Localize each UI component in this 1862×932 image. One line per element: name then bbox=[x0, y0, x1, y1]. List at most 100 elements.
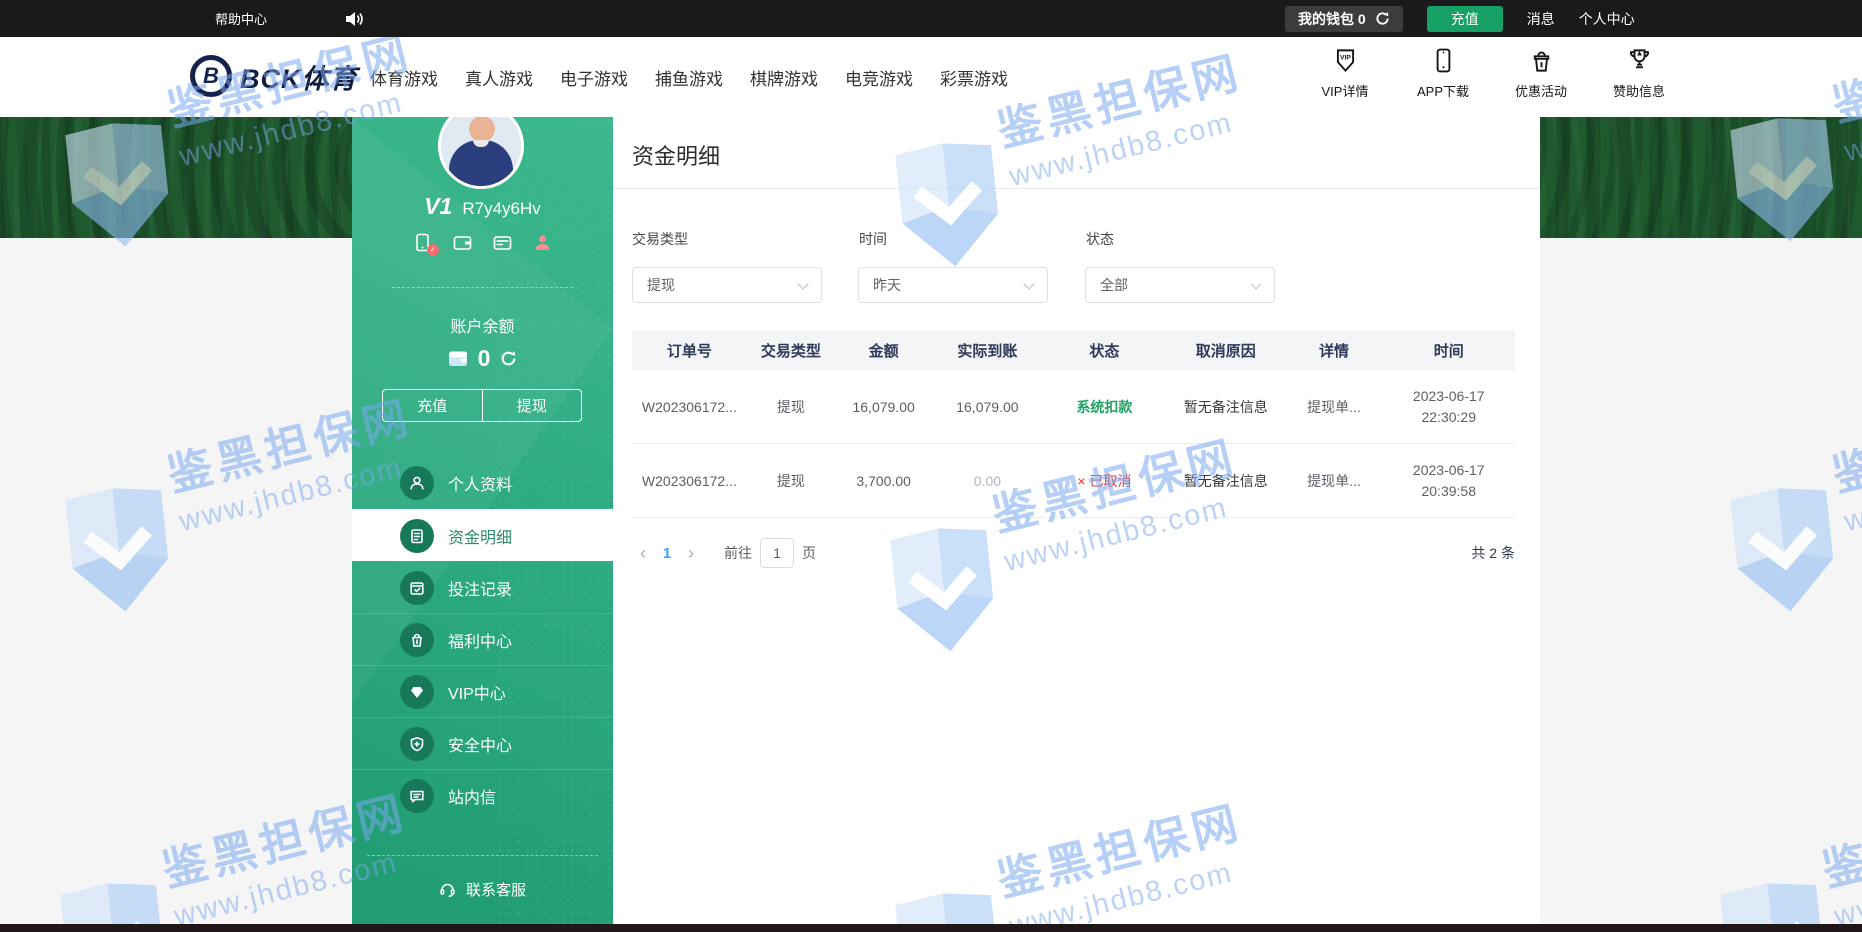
watermark-url: www.jhdb8.com bbox=[1831, 841, 1862, 932]
cell-type: 提现 bbox=[747, 397, 835, 417]
quick-link-label: APP下载 bbox=[1417, 81, 1469, 100]
username: R7y4y6Hv bbox=[462, 199, 540, 218]
cell-detail-link[interactable]: 提现单... bbox=[1285, 397, 1382, 417]
cell-detail-link[interactable]: 提现单... bbox=[1285, 471, 1382, 491]
nav-item-lottery[interactable]: 彩票游戏 bbox=[940, 65, 1008, 90]
help-center-link[interactable]: 帮助中心 bbox=[215, 9, 267, 28]
cell-time: 2023-06-17 20:39:58 bbox=[1383, 460, 1515, 502]
phone-icon bbox=[1430, 47, 1457, 74]
fund-details-table: 订单号 交易类型 金额 实际到账 状态 取消原因 详情 时间 W20230617… bbox=[632, 330, 1515, 518]
col-type: 交易类型 bbox=[747, 340, 835, 361]
sidebar-item-security-center[interactable]: 安全中心 bbox=[352, 717, 613, 769]
watermark: 鉴黑担保网www.jhdb8.com bbox=[1715, 835, 1862, 932]
filter-label-time: 时间 bbox=[859, 229, 887, 249]
sidebar-item-label: 安全中心 bbox=[448, 732, 512, 756]
brand-name: BCK体育 bbox=[240, 57, 358, 96]
messages-link[interactable]: 消息 bbox=[1527, 9, 1555, 29]
status-select[interactable]: 全部 bbox=[1085, 267, 1275, 303]
cell-clock: 20:39:58 bbox=[1387, 481, 1511, 502]
cell-cancel-reason: 暂无备注信息 bbox=[1166, 397, 1285, 417]
status-badge: ×已取消 bbox=[1043, 471, 1167, 491]
sidebar-item-label: 福利中心 bbox=[448, 628, 512, 652]
watermark-shield-icon bbox=[54, 482, 185, 620]
vip-details-link[interactable]: VIP VIP详情 bbox=[1302, 47, 1388, 100]
user-icon bbox=[400, 466, 434, 500]
sidebar-item-bet-records[interactable]: 投注记录 bbox=[352, 561, 613, 613]
profile-person-icon[interactable] bbox=[533, 233, 552, 252]
transaction-type-value: 提现 bbox=[647, 275, 675, 295]
col-order-no: 订单号 bbox=[632, 340, 747, 361]
prev-page-button[interactable]: ‹ bbox=[632, 543, 654, 564]
app-download-link[interactable]: APP下载 bbox=[1400, 47, 1486, 100]
nav-item-slots[interactable]: 电子游戏 bbox=[560, 65, 628, 90]
status-value: 全部 bbox=[1100, 275, 1128, 295]
time-select[interactable]: 昨天 bbox=[858, 267, 1048, 303]
contact-support-label: 联系客服 bbox=[466, 879, 526, 900]
goto-page-input[interactable] bbox=[760, 538, 794, 568]
wallet-icon[interactable] bbox=[453, 233, 472, 252]
cell-order-no[interactable]: W202306172... bbox=[632, 473, 747, 489]
sidebar-withdraw-button[interactable]: 提现 bbox=[483, 390, 582, 421]
recharge-button[interactable]: 充值 bbox=[1427, 6, 1503, 32]
welfare-icon bbox=[400, 623, 434, 657]
nav-item-fishing[interactable]: 捕鱼游戏 bbox=[655, 65, 723, 90]
cell-date: 2023-06-17 bbox=[1387, 386, 1511, 407]
transaction-type-select[interactable]: 提现 bbox=[632, 267, 822, 303]
nav-item-chess[interactable]: 棋牌游戏 bbox=[750, 65, 818, 90]
chevron-down-icon bbox=[1023, 278, 1034, 289]
nav-menu: 体育游戏 真人游戏 电子游戏 捕鱼游戏 棋牌游戏 电竞游戏 彩票游戏 bbox=[370, 37, 1008, 117]
avatar-head bbox=[469, 116, 495, 142]
page-title: 资金明细 bbox=[632, 139, 720, 171]
nav-item-sports[interactable]: 体育游戏 bbox=[370, 65, 438, 90]
top-bar: 帮助中心 我的钱包 0 充值 消息 个人中心 bbox=[0, 0, 1862, 37]
sidebar-item-label: 资金明细 bbox=[448, 524, 512, 548]
bank-card-icon[interactable] bbox=[493, 233, 512, 252]
cell-type: 提现 bbox=[747, 471, 835, 491]
sidebar-recharge-button[interactable]: 充值 bbox=[383, 390, 483, 421]
col-cancel-reason: 取消原因 bbox=[1166, 340, 1285, 361]
sidebar-item-fund-details[interactable]: 资金明细 bbox=[352, 509, 613, 561]
filter-label-status: 状态 bbox=[1086, 229, 1114, 249]
sponsor-info-link[interactable]: 赞助信息 bbox=[1596, 47, 1682, 100]
contact-support-button[interactable]: 联系客服 bbox=[352, 879, 613, 900]
promotions-link[interactable]: 优惠活动 bbox=[1498, 47, 1584, 100]
sidebar-item-label: 个人资料 bbox=[448, 471, 512, 495]
shield-icon bbox=[400, 727, 434, 761]
sidebar-item-vip-center[interactable]: VIP中心 bbox=[352, 665, 613, 717]
sidebar-item-site-mail[interactable]: 站内信 bbox=[352, 769, 613, 821]
my-wallet-button[interactable]: 我的钱包 0 bbox=[1285, 6, 1403, 32]
cell-date: 2023-06-17 bbox=[1387, 460, 1511, 481]
refresh-balance-icon[interactable] bbox=[500, 350, 517, 367]
purse-icon bbox=[448, 351, 468, 367]
sidebar-divider bbox=[367, 855, 598, 856]
watermark-text: 鉴黑担保网 bbox=[1825, 381, 1862, 505]
refresh-icon[interactable] bbox=[1375, 11, 1390, 26]
personal-center-link[interactable]: 个人中心 bbox=[1579, 9, 1635, 29]
svg-text:VIP: VIP bbox=[1340, 55, 1351, 62]
watermark: 鉴黑担保网www.jhdb8.com bbox=[1725, 440, 1862, 670]
vip-diamond-icon bbox=[400, 675, 434, 709]
nav-item-live[interactable]: 真人游戏 bbox=[465, 65, 533, 90]
footer-strip bbox=[0, 924, 1862, 932]
pagination: ‹ 1 › 前往 页 共 2 条 bbox=[632, 536, 1515, 570]
next-page-button[interactable]: › bbox=[680, 543, 702, 564]
chevron-down-icon bbox=[797, 278, 808, 289]
brand-logo[interactable]: B BCK体育 bbox=[190, 55, 358, 97]
page-number-1[interactable]: 1 bbox=[654, 545, 680, 562]
sidebar-item-welfare-center[interactable]: 福利中心 bbox=[352, 613, 613, 665]
cell-order-no[interactable]: W202306172... bbox=[632, 399, 747, 415]
brand-emblem-icon: B bbox=[190, 55, 232, 97]
trophy-icon bbox=[1626, 47, 1653, 74]
phone-verify-icon[interactable]: ✓ bbox=[413, 233, 432, 252]
vip-badge-icon: VIP bbox=[1332, 47, 1359, 74]
sidebar-item-profile[interactable]: 个人资料 bbox=[352, 457, 613, 509]
speaker-icon[interactable] bbox=[345, 11, 364, 27]
nav-item-esports[interactable]: 电竞游戏 bbox=[845, 65, 913, 90]
col-actual: 实际到账 bbox=[932, 340, 1042, 361]
cancel-x-icon: × bbox=[1077, 473, 1085, 489]
ledger-icon bbox=[400, 519, 434, 553]
balance-amount: 0 bbox=[478, 345, 491, 372]
wallet-label: 我的钱包 0 bbox=[1298, 9, 1366, 29]
col-time: 时间 bbox=[1383, 340, 1515, 361]
headset-icon bbox=[439, 881, 456, 898]
